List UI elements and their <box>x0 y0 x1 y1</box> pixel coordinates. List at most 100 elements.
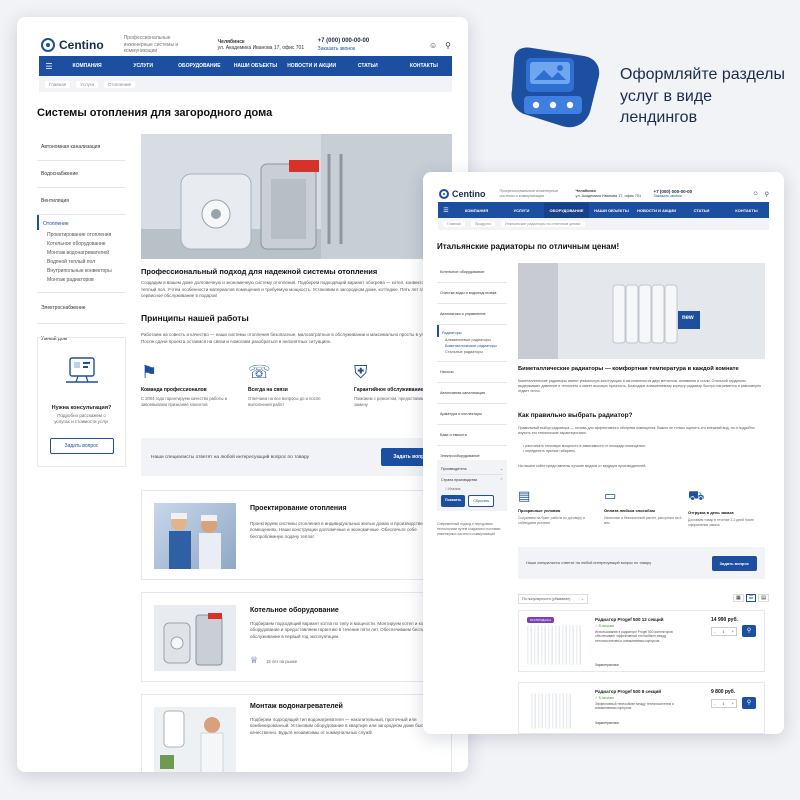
logo[interactable]: Centino <box>439 189 486 199</box>
qty-minus[interactable]: - <box>714 629 715 634</box>
nav-item-contacts[interactable]: КОНТАКТЫ <box>724 208 769 213</box>
product-stock-text: В наличии <box>598 624 614 628</box>
nav-item-objects[interactable]: НАШИ ОБЪЕКТЫ <box>589 208 634 213</box>
sidebar-item-ventilation[interactable]: Вентиляция <box>37 188 126 215</box>
crumb-home[interactable]: Главная <box>45 80 71 88</box>
sidebar-sub-item[interactable]: Внутрипольные конвекторы <box>47 266 126 275</box>
service-title[interactable]: Котельное оборудование <box>250 607 339 614</box>
search-icon[interactable]: ⚲ <box>765 191 769 198</box>
product-title[interactable]: Радиатор Progef 500 12 секций <box>595 617 664 622</box>
filter-panel: Производитель ⌄ Страна производства ⌃ □ Ит… <box>437 460 507 511</box>
ask-text: Наши специалисты ответят на любой интере… <box>151 454 310 460</box>
sidebar-item-radiators[interactable]: Радиаторы <box>437 325 507 337</box>
filter-country-option[interactable]: □ Италия <box>441 485 503 495</box>
feature-title: Оплата любым способом <box>604 508 655 513</box>
qty-plus[interactable]: + <box>732 629 734 634</box>
sidebar-item-electric[interactable]: Электроснабжение <box>37 293 126 324</box>
search-icon[interactable]: ⚲ <box>445 41 451 50</box>
sidebar-item-heating[interactable]: Отопление <box>37 215 126 230</box>
nav-item-objects[interactable]: НАШИ ОБЪЕКТЫ <box>227 63 283 69</box>
location-city: Челябинск <box>217 38 245 45</box>
consult-illustration-icon <box>65 357 98 383</box>
list-view-icon[interactable]: ☰ <box>745 594 757 602</box>
sidebar-sub-item[interactable]: Проектирование отопления <box>47 230 126 239</box>
quantity-stepper[interactable]: - 1 + <box>711 699 737 708</box>
location[interactable]: Челябинск ул. Академика Иванова 17, офис… <box>218 39 308 52</box>
product-card[interactable]: РАСПРОДАЖА Радиатор Progef 500 12 секций… <box>518 610 765 672</box>
consult-ask-button[interactable]: Задать вопрос <box>49 437 114 454</box>
nav-item-equipment[interactable]: ОБОРУДОВАНИЕ <box>171 63 227 69</box>
filter-show-button[interactable]: Показать <box>441 495 466 507</box>
sidebar-sub-item[interactable]: Стальные радиаторы <box>445 349 507 355</box>
product-card[interactable]: Радиатор Progef 500 8 секций ✓ В наличии… <box>518 682 765 734</box>
truck-icon: ⛟ <box>688 488 705 503</box>
filter-country[interactable]: Страна производства ⌃ <box>441 475 503 485</box>
sidebar-item[interactable]: Котельное оборудование <box>437 262 507 283</box>
menu-burger-icon[interactable]: ☰ <box>438 207 454 214</box>
quantity-stepper[interactable]: - 1 + <box>711 627 737 636</box>
bimetal-text: Биметаллические радиаторы имеют уникальн… <box>518 379 762 394</box>
filter-maker[interactable]: Производитель ⌄ <box>441 464 503 475</box>
nav-item-articles[interactable]: СТАТЬИ <box>679 208 724 213</box>
feature-title: Прозрачные условия <box>518 508 561 513</box>
service-title[interactable]: Проектирование отопления <box>250 505 347 512</box>
service-card-boilers[interactable]: Котельное оборудование Подбираем подходя… <box>141 592 452 682</box>
product-title[interactable]: Радиатор Progef 500 8 секций <box>595 689 661 694</box>
grid-view-icon[interactable]: ▦ <box>733 594 744 602</box>
filter-reset-button[interactable]: Сбросить <box>468 495 495 507</box>
sidebar-item[interactable]: Баки и емкости <box>437 425 507 446</box>
product-specs-link[interactable]: Характеристики <box>595 721 619 725</box>
sidebar-item[interactable]: Автоматика и управление <box>437 304 507 325</box>
nav-item-company[interactable]: КОМПАНИЯ <box>454 208 499 213</box>
service-title[interactable]: Монтаж водонагревателей <box>250 703 343 710</box>
add-to-cart-button[interactable]: ⚲ <box>742 625 756 637</box>
table-view-icon[interactable]: ▤ <box>758 594 769 602</box>
crumb-products[interactable]: Продукты <box>470 221 495 227</box>
callback-link[interactable]: Заказать звонок <box>318 46 398 53</box>
phone-block[interactable]: +7 (000) 000-00-00 Заказать звонок <box>318 38 398 52</box>
sidebar-sub-item[interactable]: Котельное оборудование <box>47 239 126 248</box>
logo[interactable]: Centino <box>41 38 104 52</box>
nav-item-news[interactable]: НОВОСТИ И АКЦИИ <box>634 208 679 213</box>
sidebar-item[interactable]: Очистка воды и водоподготовка <box>437 283 507 304</box>
nav-item-news[interactable]: НОВОСТИ И АКЦИИ <box>284 63 340 69</box>
chevron-up-icon: ⌃ <box>499 478 503 482</box>
crumb-home[interactable]: Главная <box>443 221 465 227</box>
sort-select[interactable]: По популярности (убывание) ⌄ <box>518 594 588 604</box>
qty-plus[interactable]: + <box>732 701 734 706</box>
sidebar-item-sewage[interactable]: Автономная канализация <box>37 134 126 161</box>
service-card-design[interactable]: Проектирование отопления Проектируем сис… <box>141 490 452 580</box>
menu-burger-icon[interactable]: ☰ <box>39 62 59 71</box>
filter-maker-label: Производитель <box>441 467 467 471</box>
callback-link[interactable]: Заказать звонок <box>654 194 718 199</box>
engineers-photo <box>154 503 236 569</box>
service-card-heaters[interactable]: Монтаж водонагревателей Подберем подходя… <box>141 694 452 772</box>
product-specs-link[interactable]: Характеристики <box>595 663 619 667</box>
add-to-cart-button[interactable]: ⚲ <box>742 697 756 709</box>
nav-item-services[interactable]: УСЛУГИ <box>115 63 171 69</box>
user-icon[interactable]: ☺ <box>429 41 437 50</box>
crumb-services[interactable]: Услуги <box>76 80 98 88</box>
nav-item-company[interactable]: КОМПАНИЯ <box>59 63 115 69</box>
sidebar-item-water[interactable]: Водоснабжение <box>37 161 126 188</box>
product-stock-text: В наличии <box>598 696 614 700</box>
nav-item-equipment[interactable]: ОБОРУДОВАНИЕ <box>544 202 589 218</box>
ask-button[interactable]: Задать вопрос <box>711 555 757 571</box>
nav-item-contacts[interactable]: КОНТАКТЫ <box>396 63 452 69</box>
nav-item-services[interactable]: УСЛУГИ <box>499 208 544 213</box>
sidebar-sub-item[interactable]: Водяной теплый пол <box>47 257 126 266</box>
phone-block[interactable]: +7 (000) 000-00-00 Заказать звонок <box>654 189 718 200</box>
sidebar-sub-item[interactable]: Монтаж радиаторов <box>47 275 126 284</box>
tagline: Профессиональные инженерные системы и ко… <box>499 189 559 198</box>
sidebar-item[interactable]: Арматура и коллекторы <box>437 404 507 425</box>
product-stock: ✓ В наличии <box>595 624 614 628</box>
landing-layout-icon <box>511 47 600 128</box>
sale-badge: РАСПРОДАЖА <box>527 617 555 623</box>
location[interactable]: Челябинск ул. Академика Иванова 17, офис… <box>576 189 648 199</box>
sidebar-item[interactable]: Автономная канализация <box>437 383 507 404</box>
qty-minus[interactable]: - <box>714 701 715 706</box>
user-icon[interactable]: ☺ <box>752 191 758 197</box>
sidebar-item[interactable]: Насосы <box>437 362 507 383</box>
nav-item-articles[interactable]: СТАТЬИ <box>340 63 396 69</box>
sidebar-sub-item[interactable]: Монтаж водонагревателей <box>47 248 126 257</box>
